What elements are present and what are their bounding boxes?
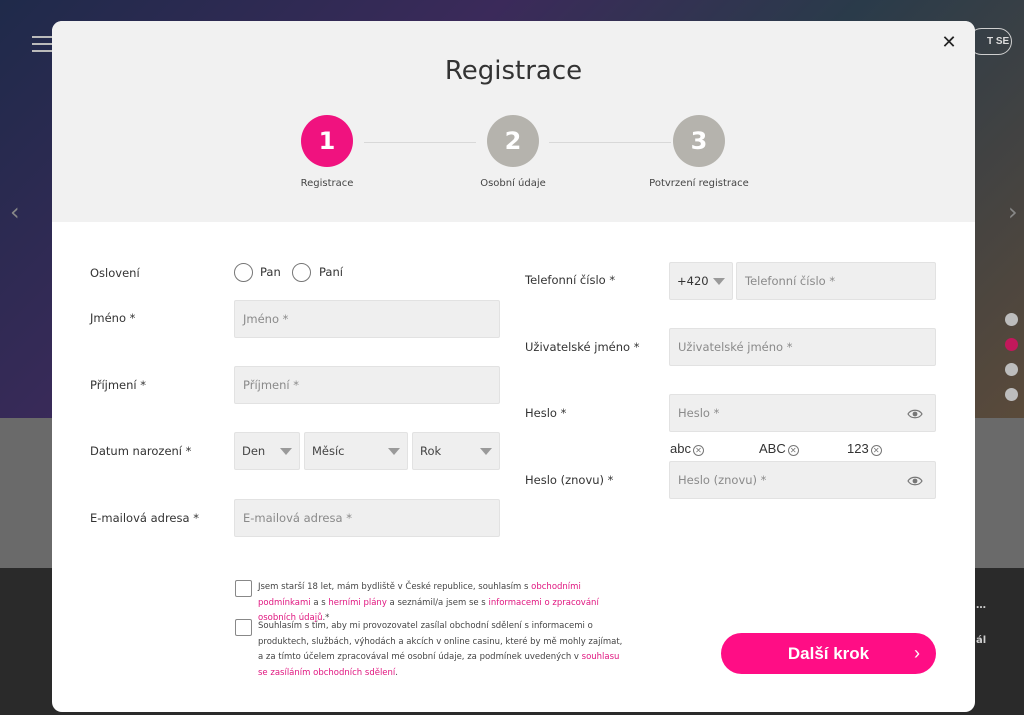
birth-year-select[interactable]: Rok [412, 432, 500, 470]
eye-icon[interactable] [907, 406, 923, 422]
phone-prefix-select[interactable]: +420 [669, 262, 733, 300]
password-rule-number: 123 ✕ [847, 441, 882, 456]
chevron-down-icon [280, 448, 292, 455]
marketing-checkbox[interactable] [235, 619, 252, 636]
step-3: 3 Potvrzení registrace [619, 115, 779, 189]
age-terms-checkbox[interactable] [235, 580, 252, 597]
phone-label: Telefonní číslo * [525, 273, 616, 287]
email-label: E-mailová adresa * [90, 511, 199, 525]
email-input[interactable]: E-mailová adresa * [234, 499, 500, 537]
step-1: 1 Registrace [247, 115, 407, 189]
step-1-label: Registrace [300, 178, 354, 189]
password-rule-uppercase-label: ABC [759, 441, 786, 456]
chevron-down-icon [713, 278, 725, 285]
chevron-down-icon [480, 448, 492, 455]
password-input[interactable]: Heslo * [669, 394, 936, 432]
consent-text: a s [310, 597, 329, 608]
step-1-circle: 1 [301, 115, 353, 167]
carousel-next-icon: › [1008, 198, 1018, 226]
username-label: Uživatelské jméno * [525, 340, 640, 354]
birth-month-select[interactable]: Měsíc [304, 432, 408, 470]
step-2-circle: 2 [487, 115, 539, 167]
menu-icon [32, 36, 52, 57]
username-input[interactable]: Uživatelské jméno * [669, 328, 936, 366]
carousel-dot [1005, 363, 1018, 376]
step-2: 2 Osobní údaje [433, 115, 593, 189]
next-step-label: Další krok [787, 644, 870, 663]
next-step-button[interactable]: Další krok › [721, 633, 936, 674]
password-rule-uppercase: ABC ✕ [759, 441, 799, 456]
x-circle-icon: ✕ [870, 445, 882, 456]
phone-prefix-value: +420 [677, 274, 709, 288]
carousel-prev-icon: ‹ [10, 198, 20, 226]
salutation-radio-pani[interactable] [292, 263, 311, 282]
consent-text: . [395, 667, 398, 678]
phone-input[interactable]: Telefonní číslo * [736, 262, 936, 300]
salutation-label: Oslovení [90, 266, 140, 280]
birth-date-label: Datum narození * [90, 444, 192, 458]
x-circle-icon: ✕ [787, 445, 799, 456]
carousel-dots [1005, 313, 1018, 401]
password-label: Heslo * [525, 406, 567, 420]
password-repeat-label: Heslo (znovu) * [525, 473, 614, 487]
chevron-right-icon: › [914, 643, 920, 663]
birth-day-value: Den [242, 444, 266, 458]
background-side-text: … [976, 600, 986, 611]
step-3-circle: 3 [673, 115, 725, 167]
password-repeat-placeholder: Heslo (znovu) * [678, 473, 767, 487]
first-name-input[interactable]: Jméno * [234, 300, 500, 338]
password-placeholder: Heslo * [678, 406, 720, 420]
carousel-dot-active [1005, 338, 1018, 351]
password-rule-lowercase-label: abc [670, 441, 691, 456]
password-rule-lowercase: abc ✕ [670, 441, 704, 456]
last-name-input[interactable]: Příjmení * [234, 366, 500, 404]
consent-text: a seznámil/a jsem se s [386, 597, 489, 608]
consent-text: Jsem starší 18 let, mám bydliště v České… [258, 582, 532, 592]
consent-text: Souhlasím s tím, aby mi provozovatel zas… [258, 621, 623, 662]
chevron-down-icon [388, 448, 400, 455]
carousel-dot [1005, 313, 1018, 326]
carousel-dot [1005, 388, 1018, 401]
game-plans-link[interactable]: herními plány [328, 598, 386, 608]
registration-modal: ✕ Registrace 1 Registrace 2 Osobní údaje… [52, 21, 975, 712]
salutation-option-pani: Paní [319, 265, 343, 279]
password-repeat-input[interactable]: Heslo (znovu) * [669, 461, 936, 499]
first-name-label: Jméno * [90, 311, 136, 325]
salutation-option-pan: Pan [260, 265, 281, 279]
birth-year-value: Rok [420, 444, 442, 458]
modal-title: Registrace [444, 56, 583, 86]
marketing-consent-text: Souhlasím s tím, aby mi provozovatel zas… [258, 619, 626, 681]
eye-icon[interactable] [907, 473, 923, 489]
step-3-label: Potvrzení registrace [649, 178, 749, 189]
birth-month-value: Měsíc [312, 444, 345, 458]
last-name-label: Příjmení * [90, 378, 147, 392]
close-icon[interactable]: ✕ [939, 33, 959, 53]
step-2-label: Osobní údaje [480, 178, 546, 189]
x-circle-icon: ✕ [692, 445, 704, 456]
background-side-text: ál [976, 635, 987, 646]
salutation-radio-pan[interactable] [234, 263, 253, 282]
password-rule-number-label: 123 [847, 441, 869, 456]
birth-day-select[interactable]: Den [234, 432, 300, 470]
